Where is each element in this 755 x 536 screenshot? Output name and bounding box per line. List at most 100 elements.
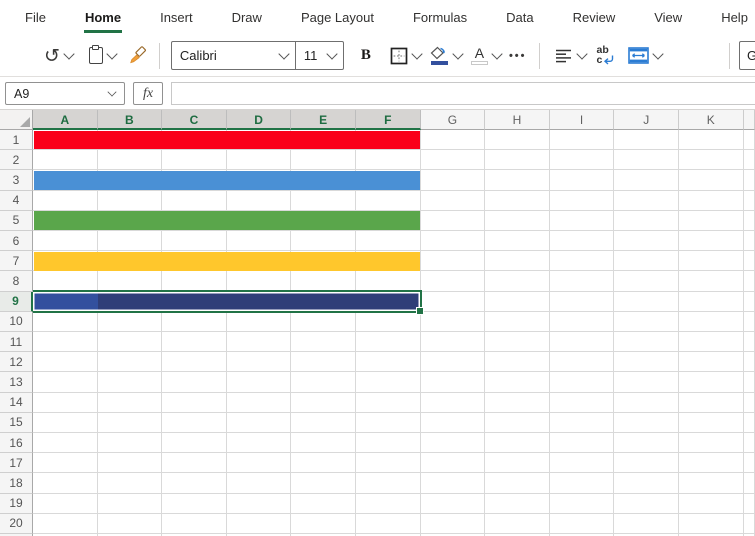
- cell[interactable]: [744, 292, 755, 312]
- cell[interactable]: [227, 453, 292, 473]
- cell[interactable]: [550, 473, 615, 493]
- cell[interactable]: [33, 433, 98, 453]
- cell[interactable]: [356, 332, 421, 352]
- cell[interactable]: [421, 271, 486, 291]
- cell[interactable]: [33, 372, 98, 392]
- cell[interactable]: [162, 453, 227, 473]
- cell[interactable]: [421, 312, 486, 332]
- cell[interactable]: [679, 514, 744, 534]
- cell[interactable]: [33, 393, 98, 413]
- cell[interactable]: [550, 352, 615, 372]
- chevron-down-icon[interactable]: [653, 48, 664, 59]
- cell[interactable]: [33, 191, 98, 211]
- cell[interactable]: [744, 453, 755, 473]
- column-header-J[interactable]: J: [614, 110, 679, 130]
- cell[interactable]: [227, 191, 292, 211]
- cell[interactable]: [291, 433, 356, 453]
- cell[interactable]: [679, 393, 744, 413]
- cell[interactable]: [550, 494, 615, 514]
- cell[interactable]: [550, 413, 615, 433]
- cell[interactable]: [227, 433, 292, 453]
- chevron-down-icon[interactable]: [63, 48, 74, 59]
- tab-file[interactable]: File: [24, 0, 47, 35]
- cell[interactable]: [550, 150, 615, 170]
- wrap-text-button[interactable]: ab c: [597, 46, 615, 66]
- cell[interactable]: [162, 433, 227, 453]
- cell[interactable]: [162, 473, 227, 493]
- column-header-B[interactable]: B: [98, 110, 163, 130]
- cell[interactable]: [550, 211, 615, 231]
- cell[interactable]: [33, 312, 98, 332]
- cell[interactable]: [162, 494, 227, 514]
- cell[interactable]: [356, 494, 421, 514]
- cell[interactable]: [421, 170, 486, 190]
- row-header-4[interactable]: 4: [0, 191, 33, 211]
- cell[interactable]: [485, 413, 550, 433]
- cell[interactable]: [550, 453, 615, 473]
- cell[interactable]: [98, 332, 163, 352]
- cell[interactable]: [679, 372, 744, 392]
- tab-insert[interactable]: Insert: [159, 0, 194, 35]
- cell[interactable]: [291, 514, 356, 534]
- cell[interactable]: [98, 312, 163, 332]
- cell[interactable]: [98, 271, 163, 291]
- cell[interactable]: [679, 332, 744, 352]
- cell[interactable]: [356, 271, 421, 291]
- cell[interactable]: [227, 494, 292, 514]
- cell[interactable]: [485, 332, 550, 352]
- cell[interactable]: [550, 130, 615, 150]
- tab-draw[interactable]: Draw: [231, 0, 263, 35]
- cell[interactable]: [744, 494, 755, 514]
- cell[interactable]: [291, 231, 356, 251]
- cell[interactable]: [744, 332, 755, 352]
- cell[interactable]: [98, 514, 163, 534]
- chevron-down-icon[interactable]: [106, 48, 117, 59]
- more-options-button[interactable]: •••: [509, 50, 527, 62]
- cell[interactable]: [356, 372, 421, 392]
- cell[interactable]: [291, 393, 356, 413]
- column-header-A[interactable]: A: [33, 110, 98, 130]
- row-header-11[interactable]: 11: [0, 332, 33, 352]
- cell[interactable]: [550, 231, 615, 251]
- row-header-16[interactable]: 16: [0, 433, 33, 453]
- cell[interactable]: [33, 332, 98, 352]
- cell[interactable]: [744, 150, 755, 170]
- undo-button[interactable]: ↺: [44, 47, 73, 65]
- font-size-select[interactable]: 11: [296, 48, 328, 63]
- row-header-9[interactable]: 9: [0, 292, 33, 312]
- row-header-1[interactable]: 1: [0, 130, 33, 150]
- bold-button[interactable]: B: [361, 47, 371, 64]
- row-header-2[interactable]: 2: [0, 150, 33, 170]
- cell[interactable]: [291, 312, 356, 332]
- cell[interactable]: [614, 352, 679, 372]
- cell[interactable]: [679, 231, 744, 251]
- cell[interactable]: [614, 130, 679, 150]
- cell[interactable]: [485, 271, 550, 291]
- cell[interactable]: [614, 312, 679, 332]
- cell[interactable]: [162, 372, 227, 392]
- cell[interactable]: [679, 312, 744, 332]
- row-header-12[interactable]: 12: [0, 352, 33, 372]
- cell[interactable]: [162, 413, 227, 433]
- column-header-E[interactable]: E: [291, 110, 356, 130]
- cell[interactable]: [98, 453, 163, 473]
- chevron-down-icon[interactable]: [452, 48, 463, 59]
- cell[interactable]: [356, 393, 421, 413]
- row-header-15[interactable]: 15: [0, 413, 33, 433]
- cell[interactable]: [162, 271, 227, 291]
- font-name-select[interactable]: Calibri: [172, 48, 280, 63]
- fill-color-button[interactable]: [430, 46, 462, 65]
- cell[interactable]: [291, 150, 356, 170]
- cell[interactable]: [485, 231, 550, 251]
- cell[interactable]: [744, 352, 755, 372]
- cell[interactable]: [614, 453, 679, 473]
- cell[interactable]: [291, 191, 356, 211]
- cell[interactable]: [679, 130, 744, 150]
- paste-button[interactable]: [89, 47, 116, 64]
- cell[interactable]: [98, 372, 163, 392]
- row-header-18[interactable]: 18: [0, 473, 33, 493]
- cell[interactable]: [485, 453, 550, 473]
- cell[interactable]: [485, 514, 550, 534]
- cell[interactable]: [227, 514, 292, 534]
- row-header-3[interactable]: 3: [0, 170, 33, 190]
